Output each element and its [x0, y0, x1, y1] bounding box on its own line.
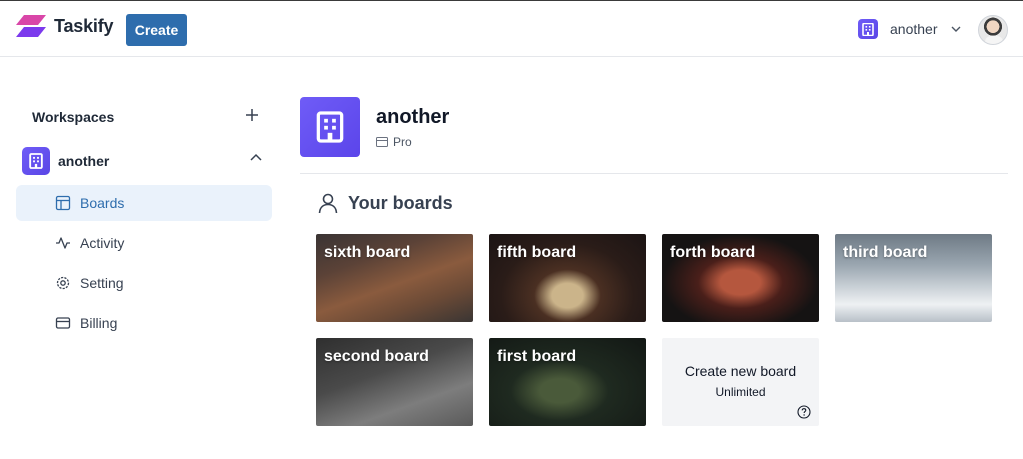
create-board-title: Create new board: [684, 363, 797, 379]
workspace-accordion-another[interactable]: another: [22, 147, 272, 175]
user-avatar[interactable]: [978, 15, 1008, 45]
organization-plan: Pro: [376, 135, 412, 149]
plan-label: Pro: [393, 135, 412, 149]
credit-card-icon: [376, 137, 388, 147]
sidebar-item-setting[interactable]: Setting: [16, 265, 272, 301]
board-card-second[interactable]: second board: [316, 338, 473, 426]
board-title: sixth board: [324, 244, 411, 261]
sidebar-item-activity[interactable]: Activity: [16, 225, 272, 261]
board-title: forth board: [670, 244, 756, 261]
workspace-name: another: [58, 153, 110, 169]
organization-logo: [300, 97, 360, 157]
your-boards-heading: Your boards: [316, 191, 453, 215]
your-boards-label: Your boards: [348, 192, 453, 213]
building-icon: [22, 147, 50, 175]
sidebar-item-label: Activity: [80, 235, 125, 251]
board-card-third[interactable]: third board: [835, 234, 992, 322]
help-circle-icon[interactable]: [797, 405, 811, 419]
add-workspace-icon[interactable]: [242, 105, 262, 125]
credit-card-icon: [55, 317, 71, 329]
organization-title: another: [376, 106, 450, 128]
chevron-up-icon[interactable]: [250, 153, 262, 161]
board-title: third board: [843, 244, 928, 261]
user-icon: [318, 193, 338, 214]
sidebar-item-boards[interactable]: Boards: [16, 185, 272, 221]
sidebar-item-label: Boards: [80, 195, 125, 211]
create-button[interactable]: Create: [126, 14, 187, 46]
top-navbar: Taskify Create another: [0, 0, 1023, 57]
board-card-fifth[interactable]: fifth board: [489, 234, 646, 322]
board-title: first board: [497, 348, 577, 365]
board-card-sixth[interactable]: sixth board: [316, 234, 473, 322]
settings-icon: [56, 276, 70, 290]
building-icon: [858, 19, 878, 39]
create-board-remaining: Unlimited: [715, 385, 766, 399]
building-icon: [316, 111, 344, 143]
sidebar-item-billing[interactable]: Billing: [16, 305, 272, 341]
board-title: fifth board: [497, 244, 577, 261]
board-card-first[interactable]: first board: [489, 338, 646, 426]
brand-name: Taskify: [54, 15, 114, 36]
layout-icon: [55, 195, 71, 211]
section-divider: [300, 173, 1008, 174]
brand-logo[interactable]: Taskify: [16, 15, 114, 37]
taskify-logo-icon: [16, 15, 46, 37]
board-title: second board: [324, 348, 429, 365]
organization-switcher[interactable]: another: [858, 19, 961, 39]
sidebar-item-label: Setting: [80, 275, 124, 291]
board-card-forth[interactable]: forth board: [662, 234, 819, 322]
workspaces-heading: Workspaces: [32, 109, 115, 125]
activity-icon: [56, 237, 70, 249]
organization-switcher-name: another: [890, 21, 938, 37]
sidebar-item-label: Billing: [80, 315, 118, 331]
create-new-board-card[interactable]: Create new board Unlimited: [662, 338, 819, 426]
chevron-down-icon: [951, 26, 961, 32]
